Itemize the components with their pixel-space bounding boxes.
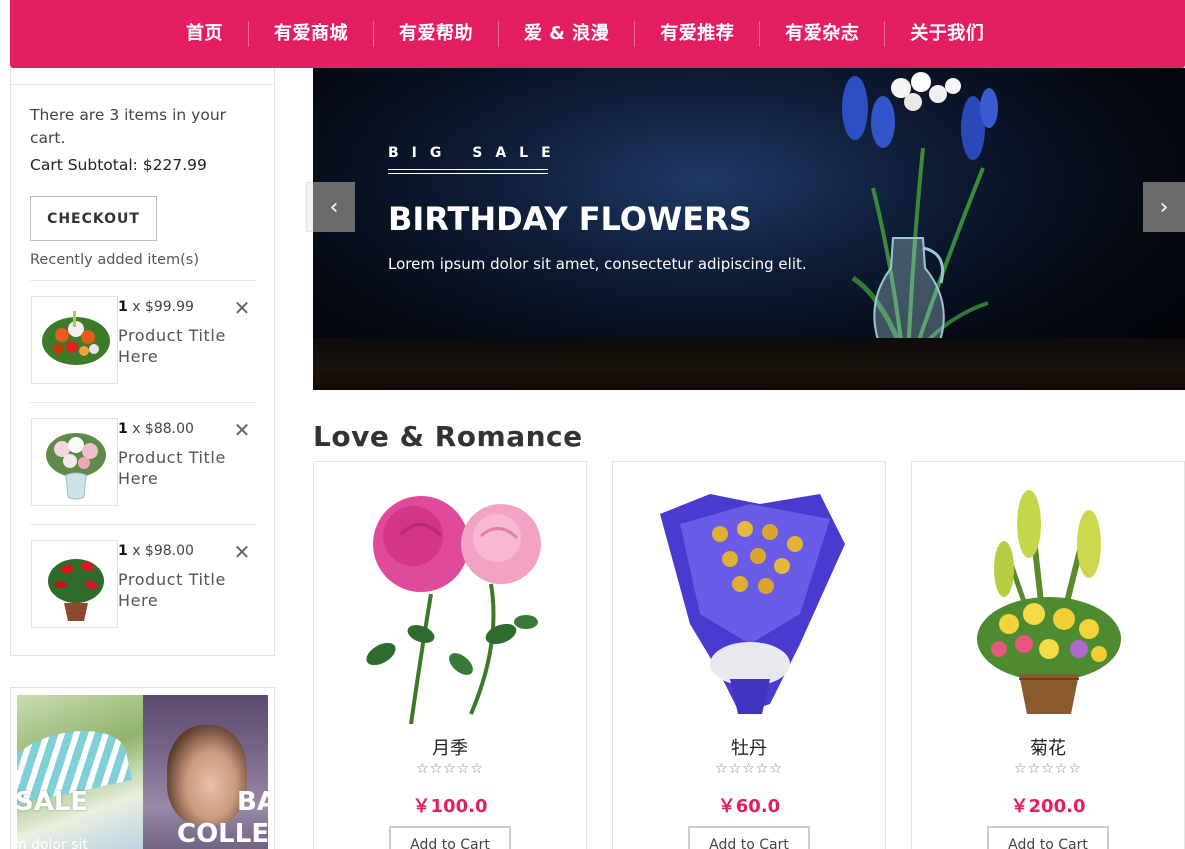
divider: [11, 84, 274, 85]
promo-sale-text: SALE: [17, 787, 89, 817]
product-name[interactable]: 菊花: [912, 734, 1184, 760]
table-surface: [313, 338, 1185, 390]
promo-sub-text: m dolor sit: [17, 837, 88, 849]
blue-chocolate-bouquet-icon[interactable]: [650, 474, 850, 729]
flower-vase-image: [842, 72, 998, 368]
nav-item-help[interactable]: 有爱帮助: [374, 21, 499, 47]
product-price: ￥100.0: [412, 796, 488, 817]
cart-item: 1 x $99.99 Product Title Here ✕: [30, 280, 256, 402]
mini-cart-panel: There are 3 items in your cart. Cart Sub…: [10, 68, 275, 656]
divider: [388, 169, 548, 170]
cart-summary-text: There are 3 items in your cart.: [30, 106, 227, 147]
remove-item-icon[interactable]: ✕: [233, 420, 251, 440]
top-navigation-bar: 首页 有爱商城 有爱帮助 爱 & 浪漫 有爱推荐 有爱杂志 关于我们: [10, 0, 1185, 68]
cart-item-title[interactable]: Product Title Here: [118, 569, 238, 611]
cart-item-qty: 1: [118, 421, 128, 437]
nav-item-recommend[interactable]: 有爱推荐: [635, 21, 761, 47]
slider-next-button[interactable]: ›: [1143, 182, 1185, 232]
add-to-cart-button[interactable]: Add to Cart: [688, 826, 810, 849]
cart-item-title[interactable]: Product Title Here: [118, 447, 238, 489]
nav-item-magazine[interactable]: 有爱杂志: [760, 21, 886, 47]
remove-item-icon[interactable]: ✕: [233, 298, 251, 318]
nav-item-shop[interactable]: 有爱商城: [249, 21, 374, 47]
chevron-left-icon: ‹: [329, 194, 339, 220]
add-to-cart-button[interactable]: Add to Cart: [987, 826, 1109, 849]
product-card[interactable]: 牡丹 ☆☆☆☆☆ ￥60.0 Add to Cart: [612, 461, 886, 849]
rating-stars-icon: ☆☆☆☆☆: [715, 761, 783, 777]
recently-added-label: Recently added item(s): [30, 252, 199, 268]
promo-right-text: BA: [237, 787, 268, 817]
cart-item-price: x $88.00: [127, 421, 194, 437]
add-to-cart-button[interactable]: Add to Cart: [389, 826, 511, 849]
vase-bouquet-icon[interactable]: [31, 418, 118, 506]
pink-roses-icon[interactable]: [351, 474, 551, 729]
product-card[interactable]: 菊花 ☆☆☆☆☆ ￥200.0 Add to Cart: [911, 461, 1185, 849]
cart-item: 1 x $88.00 Product Title Here ✕: [30, 402, 256, 524]
promo-collection-text: COLLE: [177, 819, 268, 849]
rating-stars-icon: ☆☆☆☆☆: [1014, 761, 1082, 777]
remove-item-icon[interactable]: ✕: [233, 542, 251, 562]
slider-prev-button[interactable]: ‹: [313, 182, 355, 232]
cart-item-title[interactable]: Product Title Here: [118, 325, 238, 367]
cart-item-price: x $99.99: [127, 299, 194, 315]
promo-image: SALE m dolor sit BA COLLE: [17, 695, 268, 849]
product-card[interactable]: 月季 ☆☆☆☆☆ ￥100.0 Add to Cart: [313, 461, 587, 849]
promo-banner[interactable]: SALE m dolor sit BA COLLE: [10, 687, 275, 849]
nav-item-home[interactable]: 首页: [168, 21, 249, 47]
flower-basket-icon[interactable]: [949, 474, 1149, 729]
product-price: ￥60.0: [717, 796, 781, 817]
rating-stars-icon: ☆☆☆☆☆: [416, 761, 484, 777]
chevron-right-icon: ›: [1159, 194, 1169, 220]
product-price: ￥200.0: [1010, 796, 1086, 817]
nav-item-love-romance[interactable]: 爱 & 浪漫: [499, 21, 636, 47]
product-name[interactable]: 月季: [314, 734, 586, 760]
woman-portrait-image: [167, 725, 247, 825]
section-title: Love & Romance: [313, 420, 583, 453]
hero-title: BIRTHDAY FLOWERS: [388, 200, 752, 238]
nav-menu: 首页 有爱商城 有爱帮助 爱 & 浪漫 有爱推荐 有爱杂志 关于我们: [168, 0, 1009, 68]
cart-item-qty: 1: [118, 543, 128, 559]
cart-subtotal: Cart Subtotal: $227.99: [30, 156, 207, 174]
nav-item-about[interactable]: 关于我们: [885, 21, 1009, 47]
divider: [388, 173, 548, 174]
hero-kicker: BIG SALE: [388, 145, 564, 161]
cart-item-price: x $98.00: [127, 543, 194, 559]
hero-slider: BIG SALE BIRTHDAY FLOWERS Lorem ipsum do…: [313, 68, 1185, 390]
product-name[interactable]: 牡丹: [613, 734, 885, 760]
cart-item-qty: 1: [118, 299, 128, 315]
mixed-bouquet-icon[interactable]: [31, 296, 118, 384]
cart-item: 1 x $98.00 Product Title Here ✕: [30, 524, 256, 646]
checkout-button[interactable]: CHECKOUT: [30, 196, 157, 241]
potted-anthurium-icon[interactable]: [31, 540, 118, 628]
hero-description: Lorem ipsum dolor sit amet, consectetur …: [388, 255, 807, 273]
